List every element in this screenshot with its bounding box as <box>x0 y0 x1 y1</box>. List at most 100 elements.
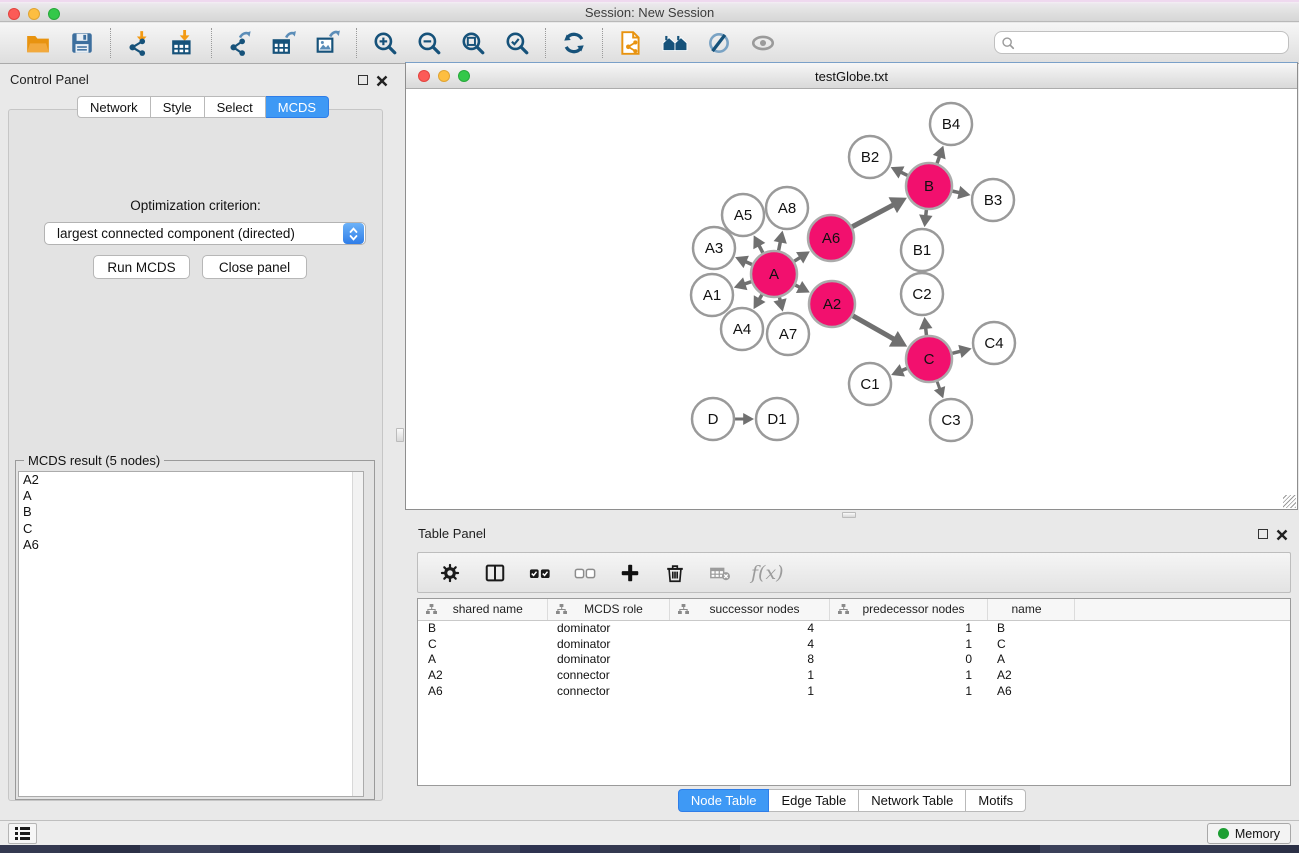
gear-icon[interactable] <box>436 559 464 587</box>
node-table[interactable]: shared nameMCDS rolesuccessor nodesprede… <box>417 598 1291 786</box>
search-field[interactable] <box>994 31 1289 54</box>
export-image-icon[interactable] <box>314 29 342 57</box>
table-cell[interactable]: connector <box>547 667 669 683</box>
table-cell[interactable]: A6 <box>987 683 1074 699</box>
table-row[interactable]: Cdominator41C <box>418 636 1290 652</box>
export-table-icon[interactable] <box>270 29 298 57</box>
tab-mcds[interactable]: MCDS <box>266 96 329 118</box>
tab-motifs[interactable]: Motifs <box>966 789 1026 812</box>
criterion-dropdown[interactable]: largest connected component (directed) <box>44 222 366 245</box>
table-cell[interactable]: B <box>418 620 547 636</box>
table-cell[interactable]: A6 <box>418 683 547 699</box>
tab-style[interactable]: Style <box>151 96 205 118</box>
table-cell[interactable] <box>1074 620 1290 636</box>
table-row[interactable]: A6connector11A6 <box>418 683 1290 699</box>
close-panel-button[interactable]: Close panel <box>202 255 307 279</box>
table-cell[interactable]: A2 <box>987 667 1074 683</box>
split-columns-icon[interactable] <box>481 559 509 587</box>
import-table-icon[interactable] <box>169 29 197 57</box>
table-cell[interactable]: 4 <box>669 620 829 636</box>
delete-column-icon[interactable] <box>661 559 689 587</box>
task-history-button[interactable] <box>8 823 37 844</box>
import-network-icon[interactable] <box>125 29 153 57</box>
hide-details-icon[interactable] <box>705 29 733 57</box>
table-cell[interactable]: 4 <box>669 636 829 652</box>
mcds-result-item[interactable]: A2 <box>19 472 363 488</box>
tab-network-table[interactable]: Network Table <box>859 789 966 812</box>
tab-edge-table[interactable]: Edge Table <box>769 789 859 812</box>
network-file-icon[interactable] <box>617 29 645 57</box>
list-scrollbar[interactable] <box>352 472 363 796</box>
tab-network[interactable]: Network <box>77 96 151 118</box>
mcds-result-item[interactable]: B <box>19 504 363 520</box>
save-icon[interactable] <box>68 29 96 57</box>
zoom-fit-icon[interactable] <box>459 29 487 57</box>
table-cell[interactable]: connector <box>547 683 669 699</box>
column-header-successor-nodes[interactable]: successor nodes <box>669 599 829 620</box>
search-input[interactable] <box>1019 36 1282 50</box>
table-row[interactable]: Adominator80A <box>418 652 1290 668</box>
window-resize-grip[interactable] <box>1283 495 1296 508</box>
select-all-checkboxes-icon[interactable] <box>526 559 554 587</box>
table-cell[interactable]: dominator <box>547 652 669 668</box>
memory-button[interactable]: Memory <box>1207 823 1291 844</box>
show-details-icon[interactable] <box>749 29 777 57</box>
home-icon[interactable] <box>661 29 689 57</box>
edge-A6-B[interactable] <box>852 204 894 226</box>
function-builder-icon[interactable]: f(x) <box>751 562 784 584</box>
float-panel-icon[interactable] <box>358 75 368 85</box>
float-table-panel-icon[interactable] <box>1258 529 1268 539</box>
close-panel-icon[interactable] <box>376 74 388 86</box>
table-row[interactable]: A2connector11A2 <box>418 667 1290 683</box>
table-cell[interactable]: C <box>987 636 1074 652</box>
zoom-selected-icon[interactable] <box>503 29 531 57</box>
zoom-in-icon[interactable] <box>371 29 399 57</box>
network-canvas[interactable]: B4B2BB3A5A8A6B1A3AA1C2A4A7A2C4CC1C3DD1 <box>407 90 1296 509</box>
table-cell[interactable]: 1 <box>669 667 829 683</box>
close-table-panel-icon[interactable] <box>1276 528 1288 540</box>
table-cell[interactable] <box>1074 683 1290 699</box>
control-panel-body: Optimization criterion: largest connecte… <box>8 109 383 801</box>
column-header-shared-name[interactable]: shared name <box>418 599 547 620</box>
open-folder-icon[interactable] <box>24 29 52 57</box>
table-cell[interactable]: 1 <box>829 667 987 683</box>
mcds-result-item[interactable]: A <box>19 488 363 504</box>
column-header-predecessor-nodes[interactable]: predecessor nodes <box>829 599 987 620</box>
table-cell[interactable]: dominator <box>547 620 669 636</box>
add-column-icon[interactable] <box>616 559 644 587</box>
graph-node-label: B4 <box>942 116 960 133</box>
list-icon <box>15 827 30 840</box>
table-cell[interactable]: B <box>987 620 1074 636</box>
table-cell[interactable]: 1 <box>829 620 987 636</box>
mcds-result-item[interactable]: C <box>19 521 363 537</box>
table-cell[interactable]: C <box>418 636 547 652</box>
deselect-all-checkboxes-icon[interactable] <box>571 559 599 587</box>
refresh-icon[interactable] <box>560 29 588 57</box>
tab-node-table[interactable]: Node Table <box>678 789 770 812</box>
table-cell[interactable]: 0 <box>829 652 987 668</box>
edge-A2-C[interactable] <box>853 316 895 340</box>
column-header-name[interactable]: name <box>987 599 1074 620</box>
export-network-icon[interactable] <box>226 29 254 57</box>
mcds-result-list[interactable]: A2ABCA6 <box>18 471 364 797</box>
table-cell[interactable]: 1 <box>829 636 987 652</box>
zoom-out-icon[interactable] <box>415 29 443 57</box>
table-cell[interactable]: A2 <box>418 667 547 683</box>
table-cell[interactable]: A <box>418 652 547 668</box>
table-cell[interactable]: A <box>987 652 1074 668</box>
table-cell[interactable]: 1 <box>829 683 987 699</box>
column-header-MCDS-role[interactable]: MCDS role <box>547 599 669 620</box>
graph-node-label: C3 <box>941 412 960 429</box>
table-cell[interactable] <box>1074 667 1290 683</box>
table-cell[interactable]: dominator <box>547 636 669 652</box>
table-cell[interactable] <box>1074 652 1290 668</box>
vertical-splitter-grip[interactable] <box>396 428 404 442</box>
tab-select[interactable]: Select <box>205 96 266 118</box>
table-row[interactable]: Bdominator41B <box>418 620 1290 636</box>
mcds-result-item[interactable]: A6 <box>19 537 363 553</box>
delete-table-icon[interactable] <box>706 559 734 587</box>
table-cell[interactable] <box>1074 636 1290 652</box>
table-cell[interactable]: 1 <box>669 683 829 699</box>
table-cell[interactable]: 8 <box>669 652 829 668</box>
run-mcds-button[interactable]: Run MCDS <box>93 255 190 279</box>
